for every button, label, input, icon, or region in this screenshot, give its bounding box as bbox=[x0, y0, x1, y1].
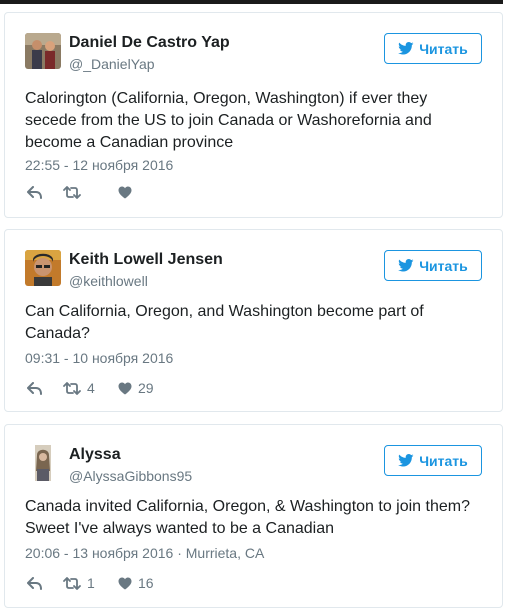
heart-icon bbox=[118, 186, 132, 198]
follow-button[interactable]: Читать bbox=[384, 445, 482, 476]
retweet-button[interactable]: 4 bbox=[63, 380, 118, 396]
follow-button-label: Читать bbox=[419, 40, 468, 57]
heart-icon bbox=[118, 382, 132, 394]
tweet-card: Keith Lowell Jensen @keithlowell Читать … bbox=[4, 229, 503, 412]
avatar[interactable] bbox=[25, 445, 61, 481]
avatar[interactable] bbox=[25, 33, 61, 69]
like-button[interactable]: 29 bbox=[118, 380, 154, 396]
like-count: 29 bbox=[138, 380, 154, 396]
follow-button[interactable]: Читать bbox=[384, 33, 482, 64]
tweet-text: Can California, Oregon, and Washington b… bbox=[25, 303, 424, 342]
tweet-text: Calorington (California, Oregon, Washing… bbox=[25, 90, 432, 151]
follow-button-label: Читать bbox=[419, 452, 468, 469]
heart-icon bbox=[118, 577, 132, 589]
twitter-bird-icon bbox=[398, 259, 414, 272]
like-button[interactable]: 16 bbox=[118, 575, 154, 591]
follow-button-label: Читать bbox=[419, 257, 468, 274]
retweet-button[interactable] bbox=[63, 185, 118, 199]
author-name[interactable]: Keith Lowell Jensen bbox=[69, 251, 223, 269]
tweet-timestamp[interactable]: 22:55 - 12 ноября 2016 bbox=[25, 157, 173, 173]
twitter-bird-icon bbox=[398, 42, 414, 55]
retweet-count: 4 bbox=[87, 380, 95, 396]
retweet-icon bbox=[63, 381, 81, 395]
retweet-count: 1 bbox=[87, 575, 95, 591]
reply-icon bbox=[27, 381, 42, 395]
avatar[interactable] bbox=[25, 250, 61, 286]
retweet-icon bbox=[63, 576, 81, 590]
tweet-actions bbox=[27, 183, 138, 201]
retweet-button[interactable]: 1 bbox=[63, 575, 118, 591]
like-count: 16 bbox=[138, 575, 154, 591]
author-name[interactable]: Alyssa bbox=[69, 446, 121, 464]
retweet-icon bbox=[63, 185, 81, 199]
author-name[interactable]: Daniel De Castro Yap bbox=[69, 34, 230, 52]
top-bar bbox=[0, 0, 503, 4]
tweet-timestamp[interactable]: 09:31 - 10 ноября 2016 bbox=[25, 350, 173, 366]
tweet-actions: 1 16 bbox=[27, 574, 154, 592]
like-button[interactable] bbox=[118, 186, 138, 199]
tweet-text: Canada invited California, Oregon, & Was… bbox=[25, 498, 470, 537]
author-handle[interactable]: @keithlowell bbox=[69, 273, 148, 289]
twitter-bird-icon bbox=[398, 454, 414, 467]
reply-button[interactable] bbox=[27, 576, 63, 590]
tweet-actions: 4 29 bbox=[27, 379, 154, 397]
tweet-card: Daniel De Castro Yap @_DanielYap Читать … bbox=[4, 12, 503, 218]
reply-button[interactable] bbox=[27, 381, 63, 395]
reply-button[interactable] bbox=[27, 185, 63, 199]
author-handle[interactable]: @AlyssaGibbons95 bbox=[69, 468, 192, 484]
tweet-card: Alyssa @AlyssaGibbons95 Читать Canada in… bbox=[4, 424, 503, 608]
reply-icon bbox=[27, 185, 42, 199]
author-handle[interactable]: @_DanielYap bbox=[69, 56, 155, 72]
reply-icon bbox=[27, 576, 42, 590]
tweet-timestamp[interactable]: 20:06 - 13 ноября 2016 · Murrieta, CA bbox=[25, 545, 264, 561]
follow-button[interactable]: Читать bbox=[384, 250, 482, 281]
